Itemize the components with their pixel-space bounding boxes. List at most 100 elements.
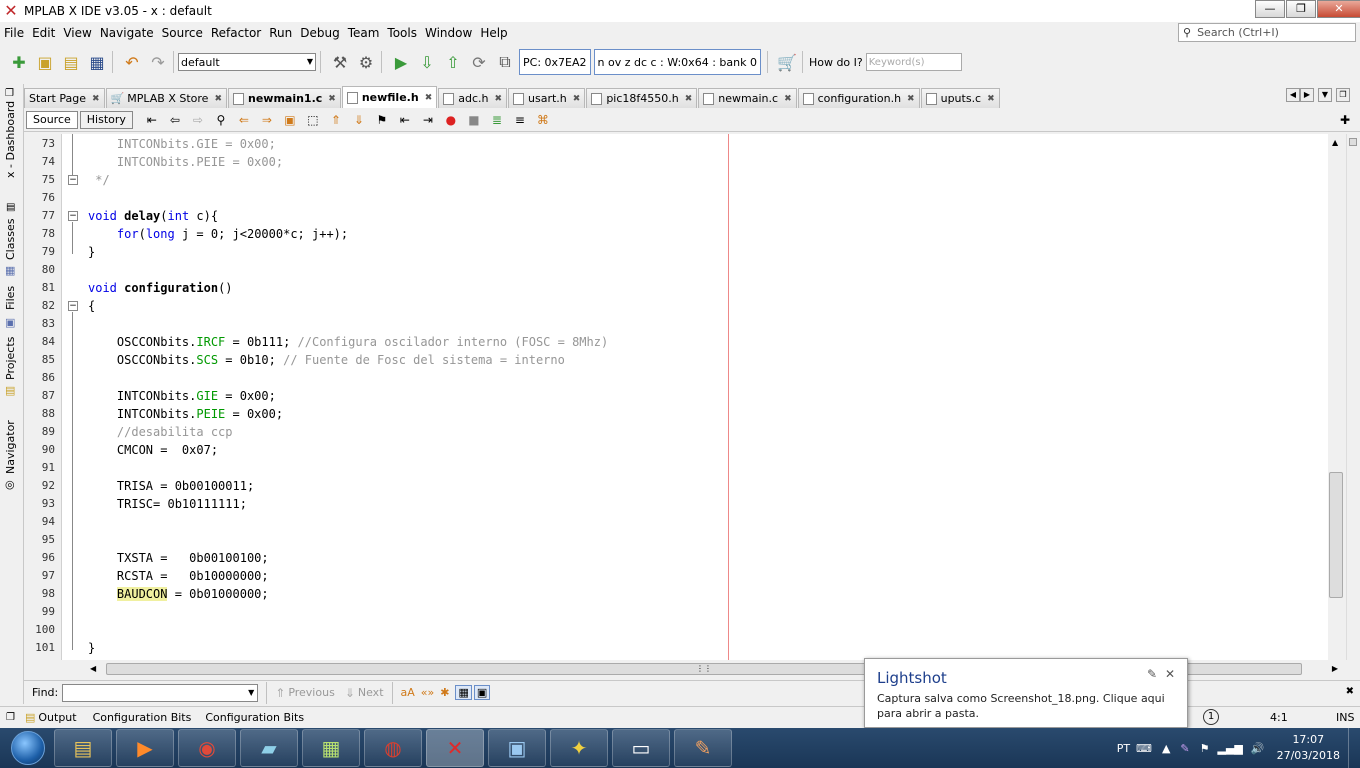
close-tab-icon[interactable]: ✖: [328, 94, 336, 104]
close-button[interactable]: ✕: [1317, 0, 1360, 18]
notes-app-icon[interactable]: ▰: [240, 729, 298, 767]
format-icon[interactable]: ⌘: [534, 111, 552, 129]
tab-output[interactable]: Output: [38, 711, 76, 724]
close-tab-icon[interactable]: ✖: [987, 94, 995, 104]
new-file-icon[interactable]: ✚: [8, 51, 30, 73]
menu-help[interactable]: Help: [476, 26, 511, 40]
configuration-select[interactable]: default ▼: [178, 53, 316, 71]
code-editor[interactable]: 73 74 75 76 77 78 79 80 81 82 83 84 85 8…: [24, 134, 1328, 660]
show-hidden-icons-icon[interactable]: ▲: [1162, 742, 1170, 755]
shift-right-icon[interactable]: ⇥: [419, 111, 437, 129]
paint-app-icon[interactable]: ✎: [674, 729, 732, 767]
shift-left-icon[interactable]: ⇤: [396, 111, 414, 129]
side-tab-dashboard[interactable]: x - Dashboard: [4, 101, 17, 178]
back-icon[interactable]: ⇦: [166, 111, 184, 129]
find-selection-icon[interactable]: ⚲: [212, 111, 230, 129]
chrome-icon[interactable]: ◉: [178, 729, 236, 767]
next-bookmark-icon[interactable]: ⇓: [350, 111, 368, 129]
tab-uputs-c[interactable]: uputs.c ✖: [920, 88, 1000, 108]
explorer-icon[interactable]: ▤: [54, 729, 112, 767]
toggle-bookmark-icon[interactable]: ⚑: [373, 111, 391, 129]
menu-source[interactable]: Source: [158, 26, 207, 40]
menu-team[interactable]: Team: [344, 26, 384, 40]
highlight-results-icon[interactable]: ▦: [455, 685, 472, 700]
debug-project-icon[interactable]: ⧉: [494, 51, 516, 73]
mplab-app-icon[interactable]: ◍: [364, 729, 422, 767]
last-edit-icon[interactable]: ⇤: [143, 111, 161, 129]
tab-configuration-h[interactable]: configuration.h ✖: [797, 88, 920, 108]
tab-newmain-c[interactable]: newmain.c ✖: [698, 88, 797, 108]
side-tab-classes[interactable]: Classes: [4, 219, 17, 260]
menu-window[interactable]: Window: [421, 26, 476, 40]
whole-words-icon[interactable]: «»: [421, 686, 434, 699]
read-device-icon[interactable]: ⇧: [442, 51, 464, 73]
restore-window-icon[interactable]: ❐: [5, 88, 14, 99]
find-next-button[interactable]: Next: [358, 686, 384, 699]
close-tab-icon[interactable]: ✖: [425, 93, 433, 103]
menu-refactor[interactable]: Refactor: [207, 26, 265, 40]
network-signal-icon[interactable]: ▂▄▆: [1218, 742, 1243, 755]
close-tab-icon[interactable]: ✖: [685, 94, 693, 104]
redo-icon[interactable]: ↷: [147, 51, 169, 73]
tab-newmain1-c[interactable]: newmain1.c ✖: [227, 88, 341, 108]
tab-configuration-bits[interactable]: Configuration Bits: [93, 711, 192, 724]
clean-build-icon[interactable]: ⚙: [355, 51, 377, 73]
menu-view[interactable]: View: [59, 26, 95, 40]
minimize-button[interactable]: —: [1255, 0, 1285, 18]
chevron-down-icon[interactable]: ▼: [248, 688, 254, 697]
new-project-icon[interactable]: ▣: [34, 51, 56, 73]
menu-edit[interactable]: Edit: [28, 26, 59, 40]
regex-icon[interactable]: ✱: [440, 686, 449, 699]
find-previous-button[interactable]: Previous: [288, 686, 335, 699]
lightshot-notification[interactable]: Lightshot ✎ ✕ Captura salva como Screens…: [864, 658, 1188, 728]
tab-mplab-x-store[interactable]: 🛒 MPLAB X Store ✖: [105, 88, 227, 108]
close-tab-icon[interactable]: ✖: [907, 94, 915, 104]
fold-toggle-icon[interactable]: −: [68, 301, 78, 311]
fold-toggle-icon[interactable]: −: [68, 211, 78, 221]
side-tab-projects[interactable]: Projects: [4, 337, 17, 380]
menu-file[interactable]: File: [0, 26, 28, 40]
tools-app-icon[interactable]: ✦: [550, 729, 608, 767]
tab-usart-h[interactable]: usart.h ✖: [508, 88, 586, 108]
tab-pic18f4550-h[interactable]: pic18f4550.h ✖: [586, 88, 698, 108]
menu-navigate[interactable]: Navigate: [96, 26, 158, 40]
scroll-left-icon[interactable]: ◀: [90, 664, 96, 673]
vertical-scroll-thumb[interactable]: [1329, 472, 1343, 598]
mplab-x-app-icon[interactable]: ✕: [426, 729, 484, 767]
window-app-icon[interactable]: ▭: [612, 729, 670, 767]
vertical-scrollbar[interactable]: ▲: [1328, 134, 1344, 660]
keyboard-icon[interactable]: ⌨: [1136, 742, 1152, 755]
tab-newfile-h[interactable]: newfile.h ✖: [341, 86, 438, 108]
uncomment-icon[interactable]: ≡: [511, 111, 529, 129]
tab-adc-h[interactable]: adc.h ✖: [438, 88, 508, 108]
close-find-icon[interactable]: ✖: [1346, 686, 1354, 697]
language-indicator[interactable]: PT: [1117, 742, 1130, 755]
undo-icon[interactable]: ↶: [121, 51, 143, 73]
close-tab-icon[interactable]: ✖: [92, 94, 100, 104]
close-tab-icon[interactable]: ✖: [214, 94, 222, 104]
stop-macro-icon[interactable]: ■: [465, 111, 483, 129]
run-icon[interactable]: ▶: [390, 51, 412, 73]
keyword-input[interactable]: Keyword(s): [865, 53, 962, 71]
fold-toggle-icon[interactable]: −: [68, 175, 78, 185]
forward-icon[interactable]: ⇨: [189, 111, 207, 129]
program-device-icon[interactable]: ⇩: [416, 51, 438, 73]
comment-icon[interactable]: ≣: [488, 111, 506, 129]
tab-scroll-left-icon[interactable]: ◀: [1286, 88, 1300, 102]
store-cart-icon[interactable]: 🛒: [776, 51, 798, 73]
save-all-icon[interactable]: ▦: [86, 51, 108, 73]
menu-tools[interactable]: Tools: [383, 26, 421, 40]
tab-list-icon[interactable]: ▼: [1318, 88, 1332, 102]
restore-window-icon[interactable]: ❐: [6, 712, 15, 723]
side-tab-files[interactable]: Files: [4, 286, 17, 310]
lightshot-tray-icon[interactable]: ✎: [1180, 742, 1189, 755]
toggle-rect-select-icon[interactable]: ⬚: [304, 111, 322, 129]
start-macro-icon[interactable]: ●: [442, 111, 460, 129]
maximize-editor-icon[interactable]: ❐: [1336, 88, 1350, 102]
scroll-up-icon[interactable]: ▲: [1332, 138, 1338, 147]
open-project-icon[interactable]: ▤: [60, 51, 82, 73]
start-button[interactable]: [6, 728, 50, 768]
tab-configuration-bits-2[interactable]: Configuration Bits: [205, 711, 304, 724]
maximize-button[interactable]: ❐: [1286, 0, 1316, 18]
close-tab-icon[interactable]: ✖: [573, 94, 581, 104]
